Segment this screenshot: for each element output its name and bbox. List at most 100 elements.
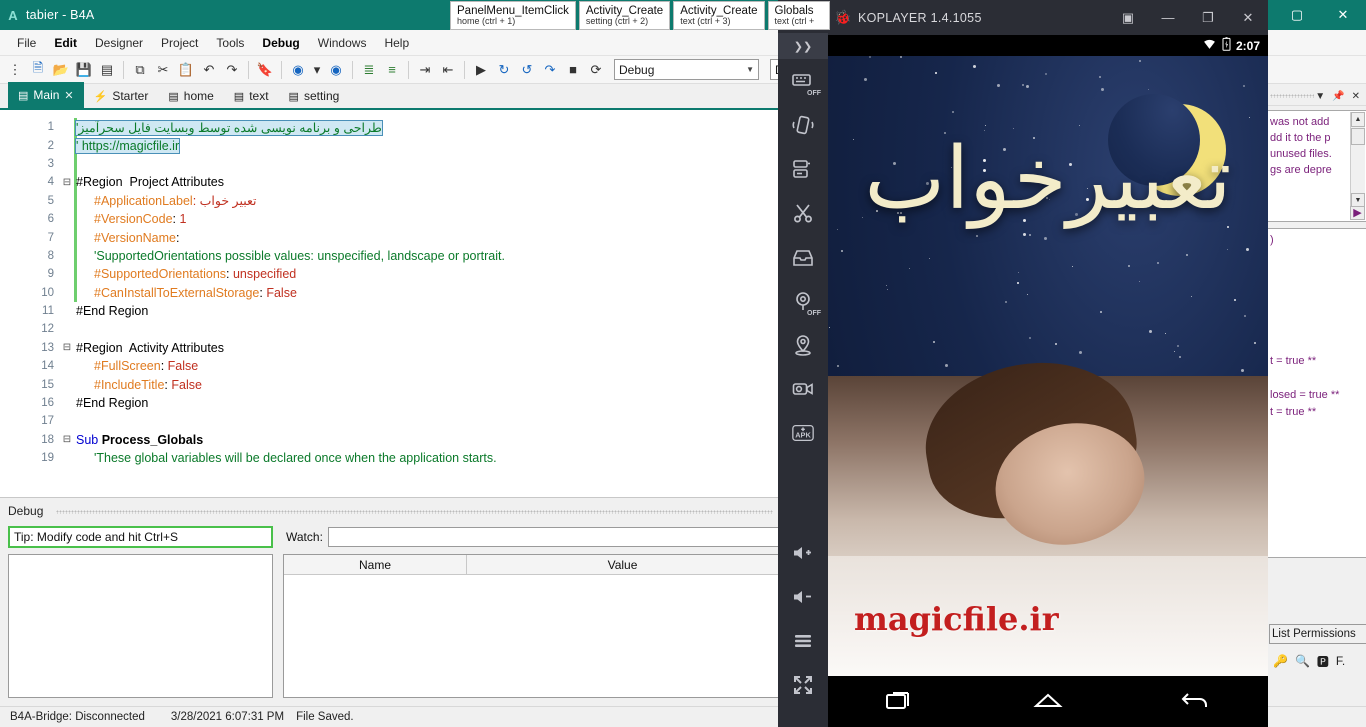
fold-toggle-icon[interactable]: ⊟ — [62, 342, 72, 353]
module-tab-setting[interactable]: ▤ setting — [279, 84, 350, 108]
location-icon[interactable] — [778, 323, 828, 367]
save-all-icon[interactable]: ▤ — [96, 59, 118, 81]
module-tab-main[interactable]: ▤ Main ✕ — [8, 82, 84, 108]
jump-tab-globals[interactable]: Globals text (ctrl + — [767, 1, 830, 30]
bookmark-icon[interactable]: 🔖 — [254, 59, 276, 81]
undo-icon[interactable]: ↶ — [198, 59, 220, 81]
zoom-icon[interactable]: 🔍 — [1295, 654, 1310, 668]
redo-icon[interactable]: ↷ — [221, 59, 243, 81]
save-icon[interactable]: 💾 — [73, 59, 95, 81]
code-line[interactable]: 18 ⊟ Sub Process_Globals — [0, 431, 779, 449]
code-line[interactable]: 1 'طراحی و برنامه نویسی شده توسط وبسایت ف… — [0, 118, 779, 136]
gps-off-icon[interactable]: OFF — [778, 279, 828, 323]
menu-edit[interactable]: Edit — [45, 33, 86, 53]
ide-maximize-button[interactable]: ▢ — [1274, 0, 1320, 30]
close-icon[interactable]: ✕ — [1352, 91, 1360, 102]
record-video-icon[interactable] — [778, 367, 828, 411]
volume-down-icon[interactable] — [778, 575, 828, 619]
messages-horizontal-scroll-right[interactable]: ▶ — [1350, 206, 1365, 220]
step-into-icon[interactable]: ↺ — [516, 59, 538, 81]
scroll-up-icon[interactable]: ▲ — [1351, 112, 1365, 127]
find-icon[interactable]: F. — [1336, 654, 1345, 668]
code-editor[interactable]: 1 'طراحی و برنامه نویسی شده توسط وبسایت ف… — [0, 110, 779, 498]
fullscreen-icon[interactable] — [778, 663, 828, 707]
code-line[interactable]: 6 #VersionCode: 1 — [0, 210, 779, 228]
code-line[interactable]: 3 — [0, 155, 779, 173]
step-out-icon[interactable]: ↷ — [539, 59, 561, 81]
code-line[interactable]: 11 #End Region — [0, 302, 779, 320]
code-line[interactable]: 4 ⊟ #Region Project Attributes — [0, 173, 779, 191]
watch-col-name[interactable]: Name — [284, 555, 467, 574]
messages-vertical-scrollbar[interactable]: ▲ ▼ — [1350, 112, 1365, 212]
restart-icon[interactable]: ⟳ — [585, 59, 607, 81]
code-line[interactable]: 12 — [0, 320, 779, 338]
menu-designer[interactable]: Designer — [86, 33, 152, 53]
logs-output-list[interactable]: ) t = true ** losed = true ** t = true *… — [1267, 228, 1366, 558]
build-mode-select[interactable]: Debug ▼ — [614, 59, 759, 80]
watch-input[interactable] — [328, 527, 779, 547]
paste-format-icon[interactable]: 🅿 — [1317, 653, 1329, 670]
emulator-screen[interactable]: 2:07 تعبیرخواب magicfile.ir — [828, 35, 1268, 727]
cut-icon[interactable]: ✂ — [152, 59, 174, 81]
collapse-all-icon[interactable]: ⇥ — [414, 59, 436, 81]
copy-icon[interactable]: ⧉ — [129, 59, 151, 81]
drag-handle-icon[interactable]: ⋮ — [4, 59, 26, 81]
debug-tip-field[interactable]: Tip: Modify code and hit Ctrl+S — [8, 526, 273, 548]
step-over-icon[interactable]: ↻ — [493, 59, 515, 81]
module-tab-home[interactable]: ▤ home — [158, 84, 223, 108]
code-line[interactable]: 19 'These global variables will be declar… — [0, 449, 779, 467]
code-line[interactable]: 8 'SupportedOrientations possible values:… — [0, 247, 779, 265]
emulator-minimize-button[interactable]: — — [1148, 0, 1188, 35]
menu-file[interactable]: File — [8, 33, 45, 53]
expand-all-icon[interactable]: ⇤ — [437, 59, 459, 81]
emulator-multi-instance-button[interactable]: ▣ — [1108, 0, 1148, 35]
menu-icon[interactable] — [778, 619, 828, 663]
install-apk-icon[interactable]: APK — [778, 411, 828, 455]
emulator-close-button[interactable]: ✕ — [1228, 0, 1268, 35]
close-icon[interactable]: ✕ — [64, 89, 73, 102]
fold-toggle-icon[interactable]: ⊟ — [62, 177, 72, 188]
share-icon[interactable] — [778, 235, 828, 279]
emulator-maximize-button[interactable]: ❐ — [1188, 0, 1228, 35]
jump-tab-activity-create-text[interactable]: Activity_Create text (ctrl + 3) — [673, 1, 765, 30]
code-line[interactable]: 10 #CanInstallToExternalStorage: False — [0, 284, 779, 302]
code-line[interactable]: 9 #SupportedOrientations: unspecified — [0, 265, 779, 283]
outdent-icon[interactable]: ≡ — [381, 59, 403, 81]
code-line[interactable]: 5 #ApplicationLabel: تعبیر خواب — [0, 192, 779, 210]
menu-tools[interactable]: Tools — [207, 33, 253, 53]
code-line[interactable]: 7 #VersionName: — [0, 228, 779, 246]
menu-windows[interactable]: Windows — [309, 33, 376, 53]
collapse-icon[interactable]: ❯❯ — [778, 33, 828, 59]
debug-stack-list[interactable] — [8, 554, 273, 698]
scissors-icon[interactable] — [778, 191, 828, 235]
keyboard-off-icon[interactable]: OFF — [778, 59, 828, 103]
paste-icon[interactable]: 📋 — [175, 59, 197, 81]
code-line[interactable]: 17 — [0, 412, 779, 430]
compiler-messages-list[interactable]: was not add dd it to the p unused files.… — [1267, 110, 1366, 222]
menu-project[interactable]: Project — [152, 33, 207, 53]
stop-icon[interactable]: ■ — [562, 59, 584, 81]
menu-debug[interactable]: Debug — [253, 33, 308, 53]
navigate-back-icon[interactable]: ◉ — [287, 59, 309, 81]
back-icon[interactable] — [1178, 687, 1212, 716]
dream-app-screen[interactable]: تعبیرخواب magicfile.ir — [828, 56, 1268, 676]
shake-icon[interactable] — [778, 103, 828, 147]
watch-col-value[interactable]: Value — [467, 555, 778, 574]
search-key-icon[interactable]: 🔑 — [1273, 654, 1288, 668]
watch-variables-grid[interactable]: Name Value — [283, 554, 779, 698]
navigate-back-dropdown-icon[interactable]: ▾ — [310, 59, 324, 81]
code-lines-container[interactable]: 1 'طراحی و برنامه نویسی شده توسط وبسایت ف… — [0, 118, 779, 467]
run-icon[interactable]: ▶ — [470, 59, 492, 81]
list-permissions-button[interactable]: List Permissions — [1269, 624, 1366, 644]
home-icon[interactable] — [1031, 687, 1065, 716]
code-line[interactable]: 16 #End Region — [0, 394, 779, 412]
battery-sim-icon[interactable] — [778, 147, 828, 191]
module-tab-text[interactable]: ▤ text — [224, 84, 279, 108]
jump-tab-activity-create-setting[interactable]: Activity_Create setting (ctrl + 2) — [578, 1, 671, 30]
jump-tab-panelmenu-itemclick[interactable]: PanelMenu_ItemClick home (ctrl + 1) — [450, 1, 576, 30]
volume-up-icon[interactable] — [778, 531, 828, 575]
chevron-down-icon[interactable]: ▼ — [1315, 91, 1325, 102]
code-line[interactable]: 13 ⊟ #Region Activity Attributes — [0, 339, 779, 357]
fold-toggle-icon[interactable]: ⊟ — [62, 434, 72, 445]
recents-icon[interactable] — [884, 687, 918, 716]
